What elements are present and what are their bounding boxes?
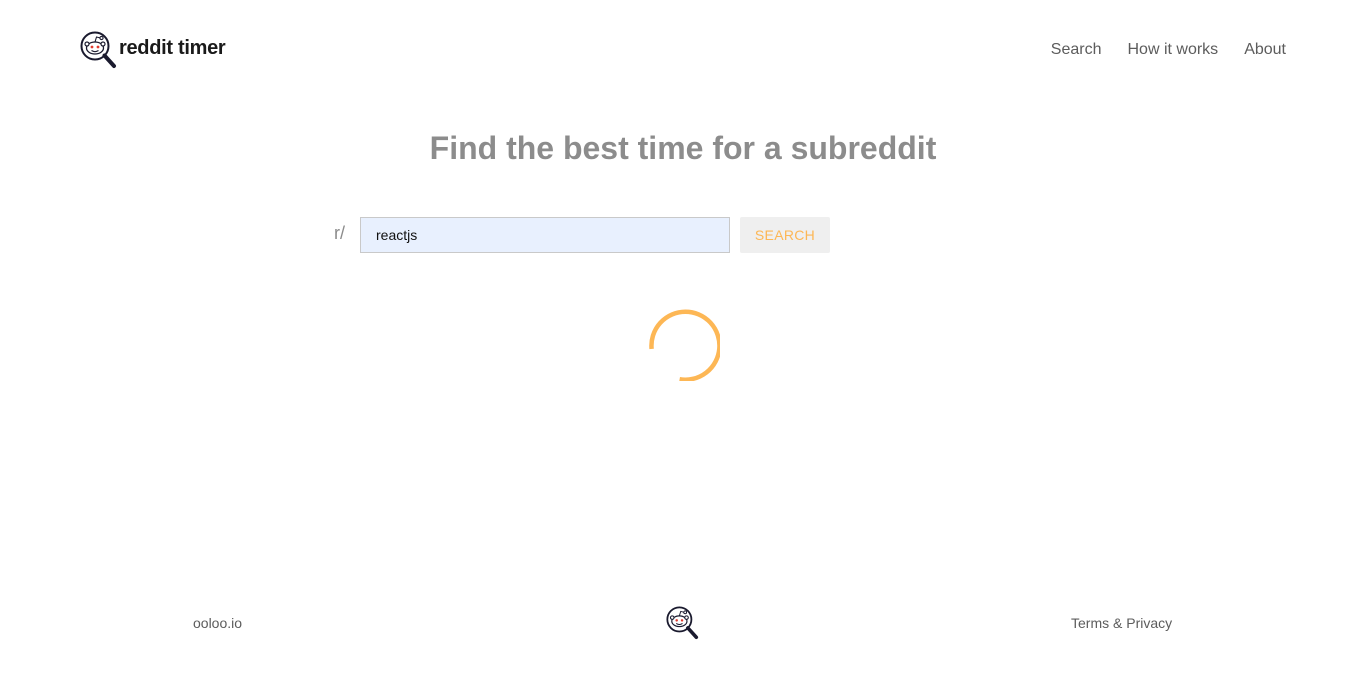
nav-how-it-works-link[interactable]: How it works xyxy=(1128,40,1219,60)
page: reddit timer Search How it works About F… xyxy=(0,0,1366,673)
main-nav: Search How it works About xyxy=(1025,40,1286,60)
subreddit-prefix: r/ xyxy=(334,223,345,243)
header: reddit timer Search How it works About xyxy=(0,0,1366,100)
nav-search-link[interactable]: Search xyxy=(1051,40,1102,60)
nav-about-link[interactable]: About xyxy=(1244,40,1286,60)
footer-ooloo-link[interactable]: ooloo.io xyxy=(193,615,242,631)
search-button[interactable]: SEARCH xyxy=(740,217,830,253)
subreddit-search-form: r/ SEARCH xyxy=(334,217,830,253)
reddit-magnifier-icon xyxy=(80,31,116,68)
subreddit-input[interactable] xyxy=(360,217,730,253)
page-title: Find the best time for a subreddit xyxy=(429,130,937,166)
loading-spinner-icon xyxy=(649,309,720,381)
footer-reddit-magnifier-icon[interactable] xyxy=(666,606,699,640)
logo-text: reddit timer xyxy=(119,37,226,59)
footer-terms-privacy-link[interactable]: Terms & Privacy xyxy=(1071,615,1172,631)
logo-link[interactable]: reddit timer xyxy=(80,31,226,69)
